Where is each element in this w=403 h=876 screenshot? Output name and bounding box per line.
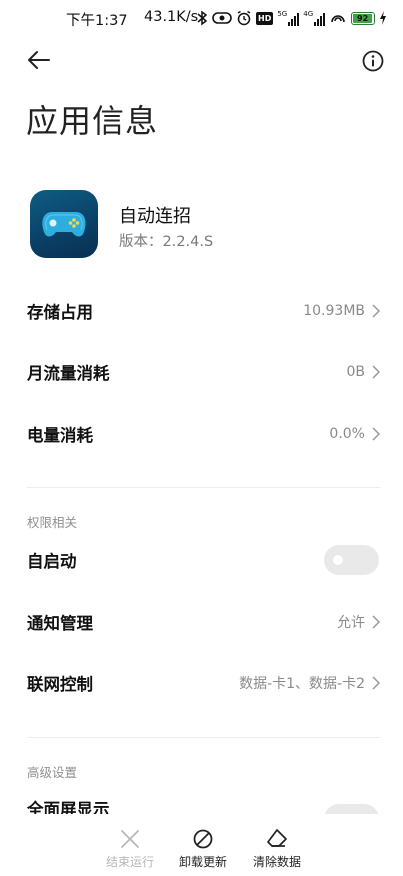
chevron-right-icon <box>372 427 381 441</box>
network-control-value: 数据-卡1、数据-卡2 <box>239 676 365 692</box>
app-name: 自动连招 <box>119 206 191 227</box>
app-header: 自动连招 版本：2.2.4.S <box>30 190 380 260</box>
battery-icon: 92 <box>351 11 376 25</box>
clear-data-label: 清除数据 <box>252 855 301 869</box>
battery-usage-label: 电量消耗 <box>27 426 93 445</box>
arrow-left-icon <box>28 51 50 69</box>
storage-label: 存储占用 <box>27 303 93 322</box>
chevron-right-icon <box>372 676 381 690</box>
prohibit-icon <box>193 829 213 849</box>
chevron-right-icon <box>372 615 381 629</box>
chevron-right-icon <box>372 365 381 379</box>
bluetooth-icon <box>197 10 208 26</box>
divider <box>27 737 380 738</box>
network-control-label: 联网控制 <box>27 675 93 694</box>
hotspot-icon <box>331 15 345 23</box>
status-icons: HD 5G 4G 92 <box>196 8 387 28</box>
data-usage-value: 0B <box>346 364 365 380</box>
gamepad-icon <box>42 212 86 237</box>
info-button[interactable] <box>361 49 385 73</box>
uninstall-updates-button[interactable]: 卸载更新 <box>163 828 243 874</box>
info-icon <box>362 50 384 72</box>
notification-label: 通知管理 <box>27 614 93 633</box>
autostart-row[interactable]: 自启动 <box>0 534 403 586</box>
battery-usage-value: 0.0% <box>329 426 365 442</box>
permissions-section-title: 权限相关 <box>27 515 78 530</box>
notification-value: 允许 <box>337 615 365 631</box>
autostart-label: 自启动 <box>27 552 77 571</box>
signal-4g-icon: 4G <box>303 10 326 26</box>
signal-5g-icon: 5G <box>277 10 300 26</box>
advanced-section-title: 高级设置 <box>27 765 78 780</box>
bottom-action-bar: 结束运行 卸载更新 清除数据 <box>0 814 403 876</box>
network-control-row[interactable]: 联网控制 数据-卡1、数据-卡2 <box>0 657 403 709</box>
force-stop-label: 结束运行 <box>105 855 154 869</box>
clear-data-button[interactable]: 清除数据 <box>237 828 317 874</box>
data-usage-row[interactable]: 月流量消耗 0B <box>0 346 403 398</box>
page-title: 应用信息 <box>26 102 159 140</box>
data-usage-label: 月流量消耗 <box>27 364 110 383</box>
storage-row[interactable]: 存储占用 10.93MB <box>0 285 403 337</box>
close-icon <box>121 830 139 848</box>
divider <box>27 487 380 488</box>
chevron-right-icon <box>372 304 381 318</box>
nfc-icon <box>212 12 232 24</box>
status-net-speed: 43.1K/s <box>144 9 199 25</box>
app-icon <box>30 190 98 258</box>
uninstall-updates-label: 卸载更新 <box>178 855 227 869</box>
autostart-toggle[interactable] <box>324 545 379 575</box>
alarm-icon <box>237 10 251 26</box>
notification-row[interactable]: 通知管理 允许 <box>0 596 403 648</box>
hd-icon: HD <box>256 11 274 25</box>
battery-usage-row[interactable]: 电量消耗 0.0% <box>0 408 403 460</box>
force-stop-button[interactable]: 结束运行 <box>90 828 170 874</box>
status-time: 下午1:37 <box>66 13 128 29</box>
eraser-icon <box>267 829 287 847</box>
back-button[interactable] <box>24 48 54 76</box>
app-version: 版本：2.2.4.S <box>119 234 214 250</box>
status-bar: 下午1:37 43.1K/s HD 5G 4G 92 <box>0 0 403 36</box>
toggle-knob <box>333 555 343 565</box>
storage-value: 10.93MB <box>303 303 365 319</box>
charging-icon <box>380 11 387 25</box>
